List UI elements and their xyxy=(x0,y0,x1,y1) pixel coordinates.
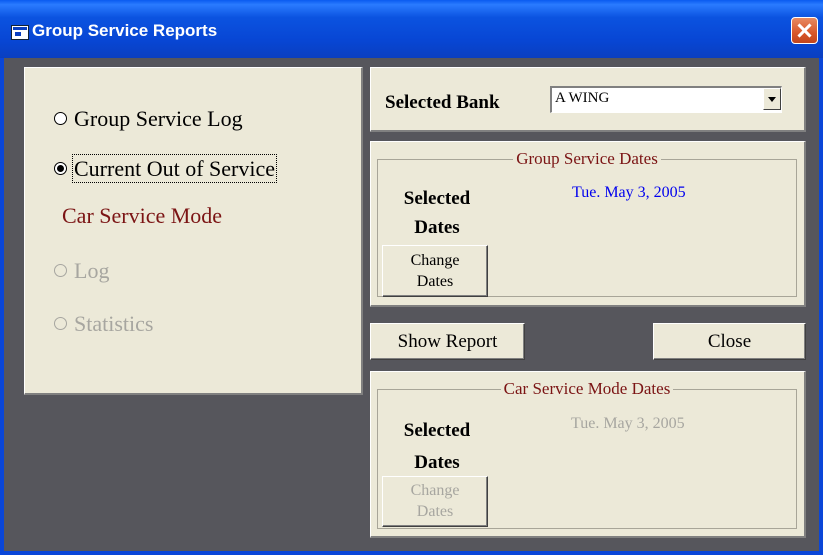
radio-group-service-log[interactable]: Group Service Log xyxy=(54,106,243,132)
radio-icon xyxy=(54,112,67,126)
radio-icon xyxy=(54,264,67,278)
report-type-panel: Group Service Log Current Out of Service… xyxy=(24,67,363,395)
change-label-line1: Change xyxy=(410,252,460,269)
car-change-dates-button[interactable]: Change Dates xyxy=(382,476,488,527)
group-date-value: Tue. May 3, 2005 xyxy=(572,184,686,201)
car-selected-dates-label: Selected Dates xyxy=(391,415,483,479)
radio-selected-icon xyxy=(54,162,67,176)
chevron-down-icon[interactable] xyxy=(763,88,781,110)
car-date-value: Tue. May 3, 2005 xyxy=(571,415,685,432)
car-service-dates-title: Car Service Mode Dates xyxy=(500,379,674,398)
selected-label-line2: Dates xyxy=(414,452,460,473)
title-bar[interactable]: Group Service Reports xyxy=(0,0,823,58)
dialog-window: Group Service Reports Group Service Log … xyxy=(0,0,823,555)
car-service-mode-dates-panel: Car Service Mode Dates Selected Dates Tu… xyxy=(370,371,806,538)
group-service-dates-title-wrap: Group Service Dates xyxy=(378,149,796,169)
selected-label-line1: Selected xyxy=(403,420,471,441)
selected-label-line1: Selected xyxy=(403,188,471,209)
group-change-dates-button[interactable]: Change Dates xyxy=(382,245,488,297)
radio-label: Statistics xyxy=(74,311,154,336)
radio-icon xyxy=(54,317,67,331)
car-service-mode-heading: Car Service Mode xyxy=(62,203,223,228)
group-service-dates-title: Group Service Dates xyxy=(513,149,661,168)
car-service-dates-title-wrap: Car Service Mode Dates xyxy=(378,379,796,399)
change-label-line1: Change xyxy=(410,482,460,499)
window-icon xyxy=(11,25,29,40)
bank-select-value: A WING xyxy=(555,90,610,106)
selected-label-line2: Dates xyxy=(414,217,460,238)
radio-statistics[interactable]: Statistics xyxy=(54,311,153,337)
selected-bank-label: Selected Bank xyxy=(385,92,500,113)
radio-label: Log xyxy=(74,258,110,283)
show-report-button[interactable]: Show Report xyxy=(370,323,525,360)
bank-select[interactable]: A WING xyxy=(550,86,782,113)
radio-current-out-of-service[interactable]: Current Out of Service xyxy=(54,154,277,183)
window-title: Group Service Reports xyxy=(32,21,218,40)
change-label-line2: Dates xyxy=(416,273,454,290)
radio-log[interactable]: Log xyxy=(54,258,109,284)
group-service-dates-panel: Group Service Dates Selected Dates Tue. … xyxy=(370,141,806,307)
group-selected-dates-label: Selected Dates xyxy=(391,184,483,242)
radio-label: Current Out of Service xyxy=(72,154,277,183)
close-button[interactable]: Close xyxy=(653,323,806,360)
change-label-line2: Dates xyxy=(416,503,454,520)
close-window-icon[interactable] xyxy=(791,17,818,44)
radio-label: Group Service Log xyxy=(74,106,243,131)
